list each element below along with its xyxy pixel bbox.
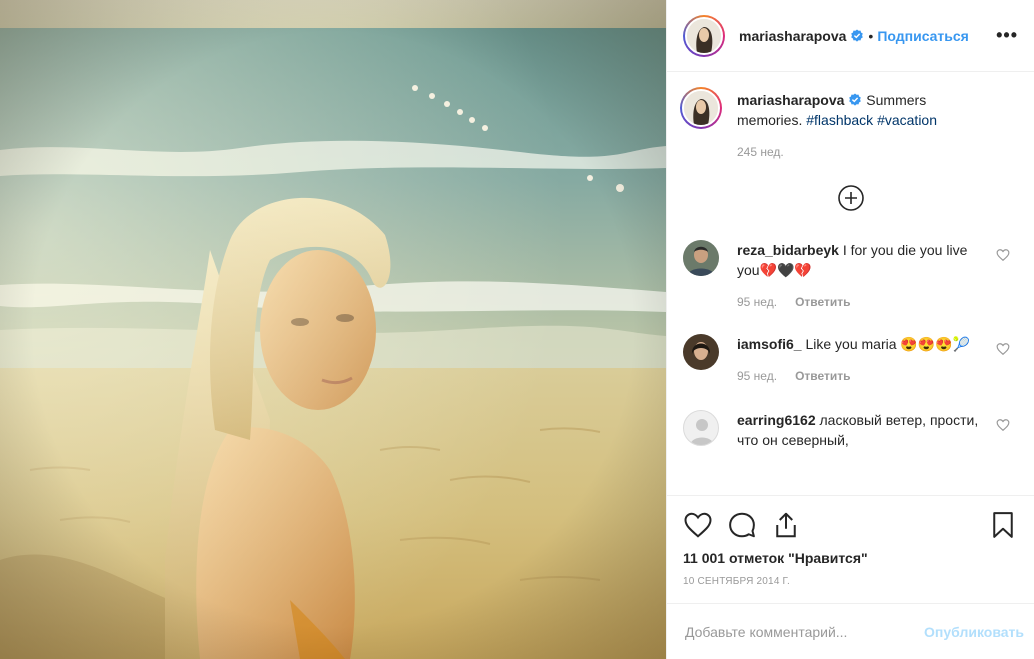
beach-photo-illustration: [0, 0, 666, 659]
comment-username[interactable]: reza_bidarbeyk: [737, 242, 839, 258]
comment-time[interactable]: 95 нед.: [737, 295, 777, 309]
comment-body: iamsofi6_ Like you maria 😍😍😍🎾 95 нед. Отв…: [737, 334, 1018, 386]
like-comment-heart-icon[interactable]: [996, 342, 1010, 356]
avatar-image: [684, 91, 718, 125]
post-date[interactable]: 10 сентября 2014 г.: [683, 576, 1018, 587]
reply-button[interactable]: Ответить: [795, 369, 850, 383]
follow-button[interactable]: Подписаться: [877, 28, 969, 44]
default-avatar-icon: [690, 419, 714, 445]
like-comment-heart-icon[interactable]: [996, 418, 1010, 432]
likes-count[interactable]: 11 001 отметок "Нравится": [683, 550, 1018, 566]
verified-badge-icon: [851, 28, 864, 42]
comment-input[interactable]: [685, 623, 925, 640]
load-more-comments-icon[interactable]: [837, 184, 865, 212]
post-actions: 11 001 отметок "Нравится" 10 сентября 20…: [667, 495, 1034, 587]
comment-body: reza_bidarbeyk I for you die you live yo…: [737, 240, 1018, 312]
comment-item: earring6162 ласковый ветер, прости, что …: [683, 410, 1018, 450]
post-header: mariasharapova • Подписаться •••: [667, 0, 1034, 72]
commenter-avatar[interactable]: [683, 410, 719, 446]
more-options-icon[interactable]: •••: [996, 25, 1018, 46]
comment-meta: 95 нед. Ответить: [737, 366, 988, 386]
caption-row: mariasharapova Summers memories. #flashb…: [680, 87, 1018, 162]
comment-text: Like you maria 😍😍😍🎾: [805, 336, 971, 352]
like-comment-heart-icon[interactable]: [996, 248, 1010, 262]
caption-meta: 245 нед.: [737, 142, 988, 162]
avatar-image: [683, 240, 719, 276]
add-comment-bar: Опубликовать: [667, 603, 1034, 659]
share-icon[interactable]: [771, 510, 801, 540]
caption-username[interactable]: mariasharapova: [737, 92, 844, 108]
commenter-avatar[interactable]: [683, 240, 719, 276]
avatar-image: [687, 18, 721, 53]
bookmark-icon[interactable]: [988, 510, 1018, 540]
avatar-image: [683, 334, 719, 370]
hashtag-link[interactable]: #flashback: [806, 112, 873, 128]
hashtag-link[interactable]: #vacation: [877, 112, 937, 128]
comment-time[interactable]: 95 нед.: [737, 369, 777, 383]
caption-body: mariasharapova Summers memories. #flashb…: [737, 90, 1018, 162]
verified-badge-icon: [849, 93, 862, 106]
commenter-avatar[interactable]: [683, 334, 719, 370]
author-username[interactable]: mariasharapova: [739, 28, 846, 44]
publish-button[interactable]: Опубликовать: [924, 624, 1024, 640]
comment-username[interactable]: iamsofi6_: [737, 336, 802, 352]
caption-time[interactable]: 245 нед.: [737, 145, 784, 159]
comments-list[interactable]: mariasharapova Summers memories. #flashb…: [667, 73, 1034, 495]
comment-item: reza_bidarbeyk I for you die you live yo…: [683, 240, 1018, 312]
action-icons-row: [683, 510, 1018, 540]
reply-button[interactable]: Ответить: [795, 295, 850, 309]
comment-bubble-icon[interactable]: [727, 510, 757, 540]
author-avatar[interactable]: [683, 14, 725, 57]
like-heart-icon[interactable]: [683, 510, 713, 540]
post-side-panel: mariasharapova • Подписаться ••• mariash…: [666, 0, 1034, 659]
separator-dot: •: [868, 27, 874, 44]
post-photo[interactable]: [0, 0, 666, 659]
comment-meta: 95 нед. Ответить: [737, 292, 988, 312]
caption-author-avatar[interactable]: [680, 87, 722, 129]
comment-item: iamsofi6_ Like you maria 😍😍😍🎾 95 нед. Отв…: [683, 334, 1018, 386]
comment-username[interactable]: earring6162: [737, 412, 816, 428]
comment-body: earring6162 ласковый ветер, прости, что …: [737, 410, 1018, 450]
